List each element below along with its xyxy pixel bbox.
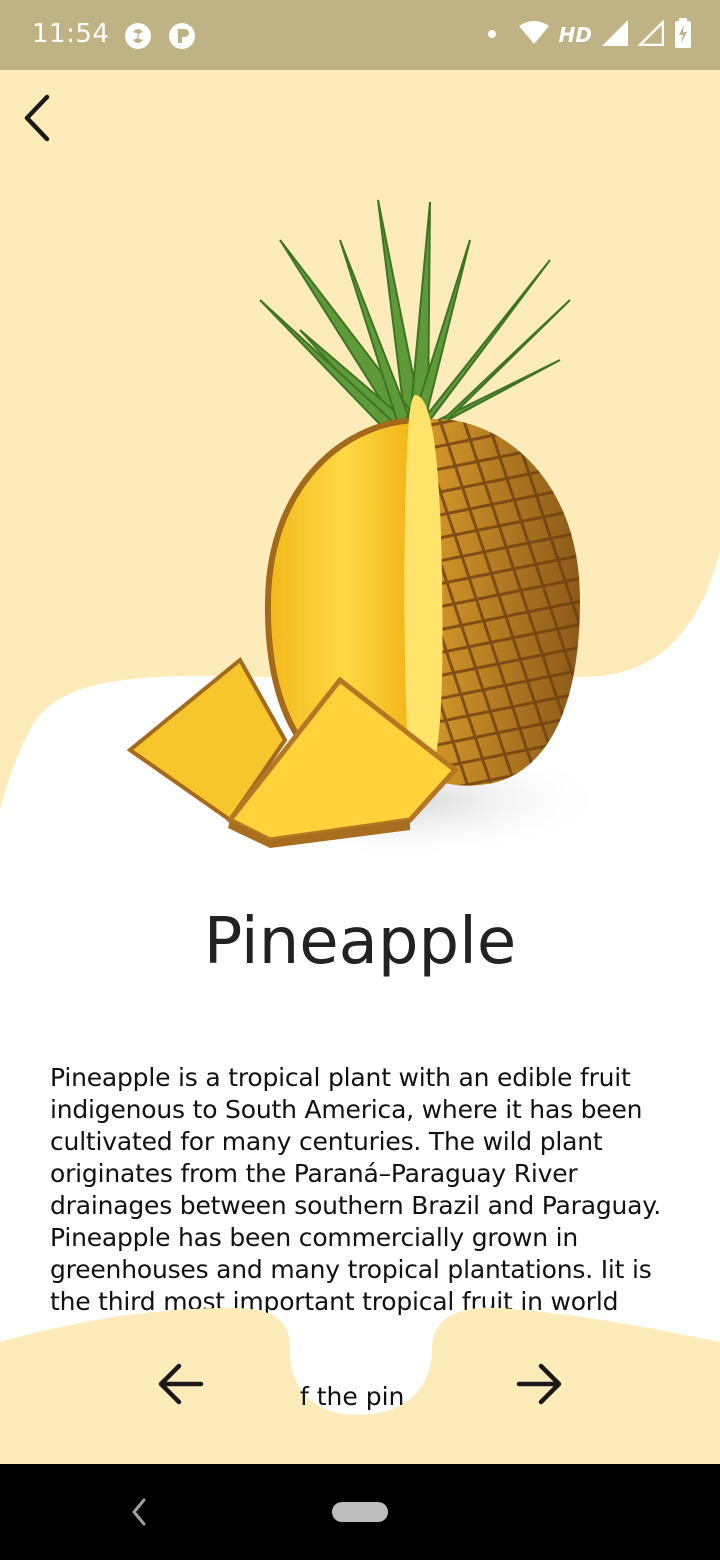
network-type-label: HD [558, 23, 592, 47]
arrow-left-icon [158, 1363, 204, 1405]
previous-fruit-button[interactable] [152, 1356, 208, 1412]
fruit-detail-screen: 11:54 HD Pineapple Pineapple is a tropic… [0, 0, 720, 1560]
p-app-icon [168, 22, 196, 50]
dot-icon [487, 26, 497, 44]
arrow-right-icon [516, 1363, 562, 1405]
description-peek-text: f the pin [300, 1382, 405, 1411]
home-pill-icon[interactable] [332, 1502, 388, 1522]
status-bar: 11:54 HD [0, 0, 720, 70]
next-fruit-button[interactable] [512, 1356, 568, 1412]
swirl-app-icon [124, 22, 152, 50]
status-indicators: HD [487, 17, 692, 53]
wifi-icon [518, 20, 549, 51]
fruit-title: Pineapple [203, 905, 517, 979]
signal-icon [602, 19, 628, 51]
chevron-left-icon [24, 94, 50, 142]
pineapple-image [126, 199, 610, 860]
status-time: 11:54 [32, 19, 110, 49]
back-button[interactable] [10, 90, 62, 146]
signal-empty-icon [636, 18, 665, 51]
system-back-icon[interactable] [124, 1492, 154, 1532]
fruit-description: Pineapple is a tropical plant with an ed… [50, 1063, 662, 1316]
battery-charging-icon [674, 17, 692, 53]
